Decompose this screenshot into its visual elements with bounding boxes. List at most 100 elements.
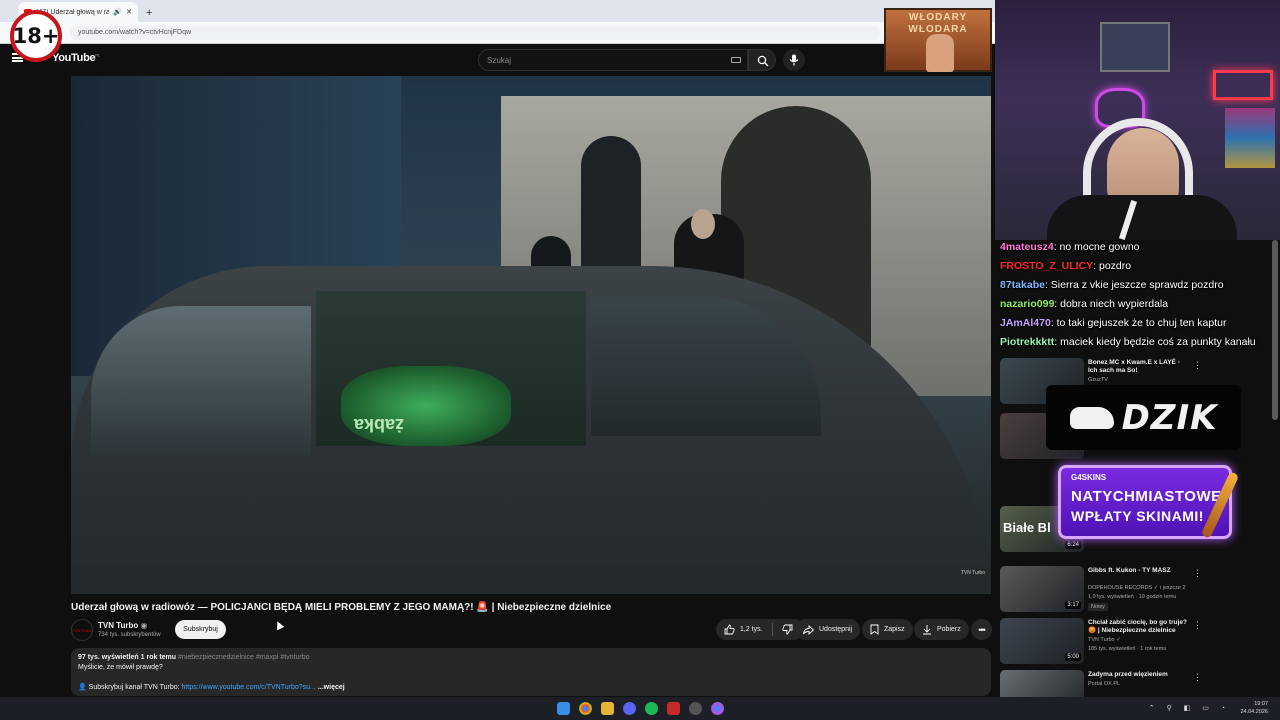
skins-headline-2: WPŁATY SKINAMI! — [1071, 508, 1204, 524]
chat-username[interactable]: JAmAl470 — [1000, 317, 1051, 329]
recommended-video[interactable]: 5:00 Chciał zabić ciocię, bo go truje? 😡 … — [1000, 618, 1202, 666]
recommended-channel[interactable]: TVN Turbo ✓ — [1088, 637, 1121, 643]
keyboard-icon[interactable] — [731, 57, 741, 63]
scrollbar[interactable] — [1272, 240, 1278, 420]
recommended-channel[interactable]: DOPEHOUSE RECORDS ✓ i jeszcze 2 — [1088, 585, 1186, 591]
search-input[interactable]: Szukaj — [478, 49, 748, 71]
channel-link[interactable]: https://www.youtube.com/c/TVNTurbo?su... — [182, 684, 316, 691]
chat-text: maciek kiedy będzie coś za punkty kanału — [1060, 336, 1256, 348]
video-player[interactable]: żabka TVN Turbo — [71, 76, 991, 594]
chat-message: nazario099: dobra niech wypierdala — [1000, 295, 1280, 314]
like-divider — [771, 623, 773, 636]
more-vertical-icon[interactable]: ⋮ — [1193, 360, 1202, 371]
chat-message: 87takabe: Sierra z vkie jeszcze sprawdz … — [1000, 276, 1280, 295]
channel-name-text: TVN Turbo — [98, 621, 139, 630]
wlodary-figure — [926, 34, 954, 72]
save-label: Zapisz — [884, 626, 905, 633]
recommended-title[interactable]: Zadyma przed więzieniem — [1088, 671, 1188, 679]
more-vertical-icon[interactable]: ⋮ — [1193, 568, 1202, 579]
subscribe-button[interactable]: Subskrybuj — [175, 620, 226, 639]
search-icon — [757, 55, 769, 67]
chat-username[interactable]: Piotrekkktt — [1000, 336, 1054, 348]
search-placeholder: Szukaj — [487, 56, 512, 65]
channel-avatar[interactable]: TVN Turbo — [71, 619, 93, 641]
url-field[interactable]: youtube.com/watch?v=ctvHcnjFDqw — [70, 26, 880, 40]
description-line: Myślicie, że mówił prawdę? — [78, 664, 163, 671]
file-explorer-icon[interactable] — [601, 702, 614, 715]
wlodary-overlay-image: WŁODARY WŁODARA — [884, 8, 992, 72]
youtube-logo[interactable]: YouTubePL — [52, 52, 100, 64]
discord-icon[interactable] — [623, 702, 636, 715]
recommended-title[interactable]: Bonez MC x Kwam.E x LAYÉ - Ich sach ma S… — [1088, 359, 1188, 375]
video-description[interactable]: 97 tys. wyświetleń 1 rok temu #niebezpie… — [71, 648, 991, 696]
like-dislike-group: 1,2 tys. — [716, 619, 804, 640]
neon-house-sign — [1213, 70, 1273, 100]
system-tray-icons[interactable]: ⌃ ⚲ ◧ ▭ ◔ — [1149, 704, 1230, 712]
more-actions-button[interactable]: ••• — [971, 619, 992, 640]
chrome-icon[interactable] — [579, 702, 592, 715]
recommended-channel[interactable]: GzuzTV — [1088, 377, 1108, 383]
download-button[interactable]: Pobierz — [914, 619, 969, 640]
chat-username[interactable]: 87takabe — [1000, 279, 1045, 291]
app-icon[interactable] — [667, 702, 680, 715]
share-label: Udostępnij — [819, 626, 853, 633]
thumbs-up-icon[interactable] — [724, 624, 735, 635]
video-watermark: TVN Turbo — [960, 570, 985, 576]
more-vertical-icon[interactable]: ⋮ — [1193, 620, 1202, 631]
chat-text: dobra niech wypierdala — [1060, 298, 1169, 310]
chat-text: to taki gejuszek że to chuj ten kaptur — [1056, 317, 1227, 329]
streamer-webcam — [995, 0, 1280, 240]
system-clock[interactable]: 19:07 24.04.2026 — [1240, 700, 1268, 716]
video-scene-sign-text: żabka — [354, 415, 405, 435]
skins-brand: G4SKINS — [1071, 473, 1107, 482]
video-title: Uderzał głową w radiowóz — POLICJANCI BĘ… — [71, 602, 612, 613]
skins-headline-1: NATYCHMIASTOWE — [1071, 488, 1222, 505]
voice-search-button[interactable] — [783, 49, 805, 71]
recommended-thumbnail[interactable]: 5:00 — [1000, 618, 1084, 664]
tab-close-icon[interactable]: ✕ — [126, 8, 132, 16]
subscribe-text: 👤 Subskrybuj kanał TVN Turbo: — [78, 684, 180, 691]
recommended-thumbnail[interactable]: 3:17 — [1000, 566, 1084, 612]
share-button[interactable]: Udostępnij — [795, 619, 861, 640]
clock-date: 24.04.2026 — [1240, 709, 1268, 715]
new-tab-icon[interactable]: + — [146, 7, 152, 19]
boar-logo-icon — [1069, 406, 1114, 429]
like-count[interactable]: 1,2 tys. — [740, 626, 763, 633]
address-bar: youtube.com/watch?v=ctvHcnjFDqw — [0, 22, 995, 44]
thumbs-down-icon[interactable] — [781, 624, 793, 635]
chat-text: Sierra z vkie jeszcze sprawdz pozdro — [1050, 279, 1224, 291]
recommended-title[interactable]: Gibbs ft. Kukon - TY MASZ — [1088, 567, 1188, 575]
hashtags[interactable]: #niebezpiecznedzielnice #maxpl #tvnturbo — [178, 654, 310, 661]
clock-time: 19:07 — [1254, 701, 1268, 707]
mouse-cursor-icon — [273, 619, 285, 631]
save-button[interactable]: Zapisz — [862, 619, 913, 640]
more-vertical-icon[interactable]: ⋮ — [1193, 672, 1202, 683]
thumbnail-overlay-text: Białe Bl — [1003, 520, 1051, 535]
start-icon[interactable] — [557, 702, 570, 715]
chat-username[interactable]: nazario099 — [1000, 298, 1054, 310]
subscriber-count: 734 tys. subskrybentów — [98, 632, 161, 638]
video-duration: 5:00 — [1065, 653, 1081, 661]
show-more-link[interactable]: ...więcej — [318, 684, 345, 691]
tab-audio-icon[interactable]: 🔊 — [113, 8, 122, 16]
search-button[interactable] — [748, 49, 776, 71]
view-stats: 97 tys. wyświetleń 1 rok temu — [78, 654, 177, 661]
recommended-stats: 185 tys. wyświetleń · 1 rok temu — [1088, 646, 1167, 652]
spotify-icon[interactable] — [645, 702, 658, 715]
chat-username[interactable]: FROSTO_Z_ULICY — [1000, 260, 1093, 272]
browser-tab-bar: (47) Uderzał głową w radi... 🔊 ✕ + — [0, 0, 995, 22]
channel-name[interactable]: TVN Turbo ◉ — [98, 621, 148, 630]
recommended-title[interactable]: Chciał zabić ciocię, bo go truje? 😡 | Ni… — [1088, 619, 1188, 635]
download-label: Pobierz — [937, 626, 961, 633]
browser-icon[interactable] — [711, 702, 724, 715]
microphone-icon — [789, 54, 799, 66]
dzik-sponsor-banner: DZIK — [1046, 385, 1241, 450]
chat-username[interactable]: 4mateusz4 — [1000, 241, 1054, 253]
obs-icon[interactable] — [689, 702, 702, 715]
region-code: PL — [95, 52, 100, 58]
recommended-channel[interactable]: Portal OX.PL — [1088, 681, 1120, 687]
windows-taskbar: ⌃ ⚲ ◧ ▭ ◔ 19:07 24.04.2026 — [0, 697, 1280, 720]
chat-message: FROSTO_Z_ULICY: pozdro — [1000, 257, 1280, 276]
dzik-logo-text: DZIK — [1121, 397, 1218, 438]
recommended-video[interactable]: 3:17 Gibbs ft. Kukon - TY MASZ DOPEHOUSE R… — [1000, 566, 1202, 614]
